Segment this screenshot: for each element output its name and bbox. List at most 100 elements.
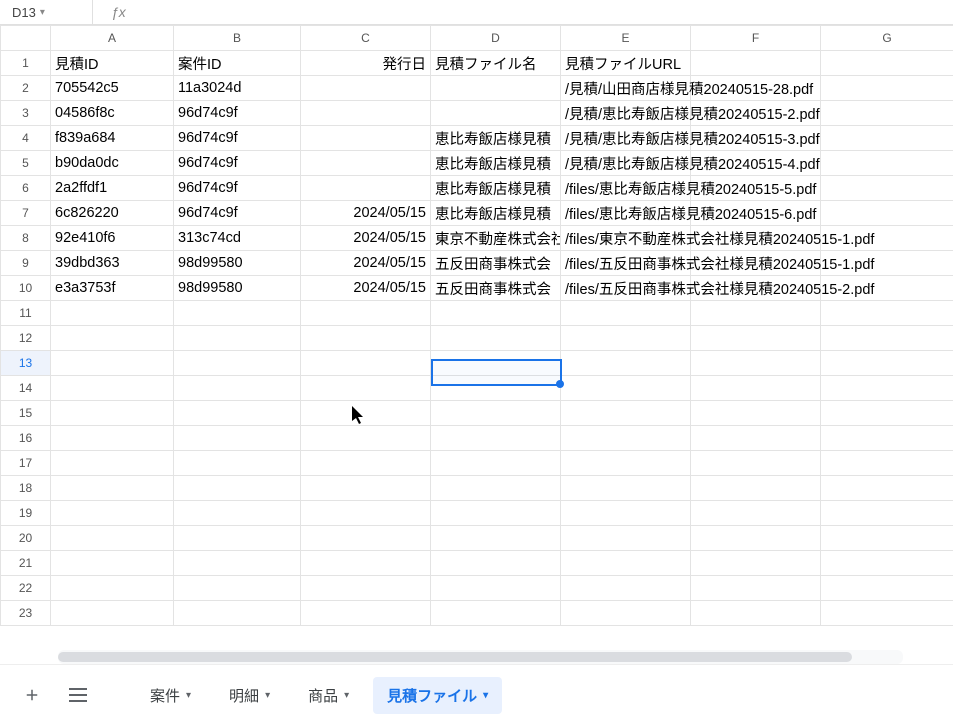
cell[interactable]: f839a684: [51, 126, 174, 151]
cell[interactable]: [174, 376, 301, 401]
cell[interactable]: [51, 326, 174, 351]
col-header-g[interactable]: G: [821, 26, 953, 51]
cell[interactable]: [51, 301, 174, 326]
cell[interactable]: 五反田商事株式会: [431, 251, 561, 276]
cell[interactable]: [51, 576, 174, 601]
tab-dropdown-icon[interactable]: ▾: [265, 690, 270, 701]
cell[interactable]: [691, 501, 821, 526]
cell[interactable]: [431, 576, 561, 601]
cell[interactable]: [821, 526, 953, 551]
cell[interactable]: [691, 451, 821, 476]
cell[interactable]: 見積ID: [51, 51, 174, 76]
cell[interactable]: 五反田商事株式会: [431, 276, 561, 301]
cell[interactable]: [691, 376, 821, 401]
cell[interactable]: 705542c5: [51, 76, 174, 101]
cell[interactable]: [691, 326, 821, 351]
sheet-tab-shouhin[interactable]: 商品 ▾: [294, 677, 363, 714]
cell[interactable]: [821, 201, 953, 226]
cell[interactable]: [691, 301, 821, 326]
row-header[interactable]: 14: [1, 376, 51, 401]
cell[interactable]: 96d74c9f: [174, 176, 301, 201]
cell[interactable]: 96d74c9f: [174, 151, 301, 176]
cell[interactable]: [691, 426, 821, 451]
row-header[interactable]: 10: [1, 276, 51, 301]
cell[interactable]: 発行日: [301, 51, 431, 76]
cell[interactable]: [561, 326, 691, 351]
row-header[interactable]: 8: [1, 226, 51, 251]
cell[interactable]: /files/五反田商事株式会社様見積20240515-2.pdf: [561, 276, 691, 301]
cell[interactable]: [821, 101, 953, 126]
cell[interactable]: 2024/05/15: [301, 276, 431, 301]
cell[interactable]: [431, 601, 561, 626]
cell[interactable]: [301, 176, 431, 201]
all-sheets-button[interactable]: [60, 677, 96, 713]
cell[interactable]: [431, 526, 561, 551]
cell[interactable]: [174, 426, 301, 451]
cell[interactable]: [174, 601, 301, 626]
cell[interactable]: [51, 376, 174, 401]
cell[interactable]: /files/恵比寿飯店様見積20240515-6.pdf: [561, 201, 691, 226]
cell[interactable]: 92e410f6: [51, 226, 174, 251]
cell[interactable]: 11a3024d: [174, 76, 301, 101]
cell[interactable]: [821, 126, 953, 151]
cell[interactable]: [51, 501, 174, 526]
cell[interactable]: /見積/山田商店様見積20240515-28.pdf: [561, 76, 691, 101]
cell[interactable]: [301, 301, 431, 326]
cell[interactable]: [821, 351, 953, 376]
row-header[interactable]: 18: [1, 476, 51, 501]
cell[interactable]: [174, 326, 301, 351]
cell[interactable]: [431, 476, 561, 501]
row-header[interactable]: 7: [1, 201, 51, 226]
cell[interactable]: [301, 526, 431, 551]
cell[interactable]: [821, 601, 953, 626]
cell[interactable]: [561, 401, 691, 426]
cell[interactable]: [691, 601, 821, 626]
cell[interactable]: [431, 301, 561, 326]
cell[interactable]: 98d99580: [174, 276, 301, 301]
cell[interactable]: [561, 376, 691, 401]
cell[interactable]: [821, 576, 953, 601]
cell[interactable]: /files/五反田商事株式会社様見積20240515-1.pdf: [561, 251, 691, 276]
tab-dropdown-icon[interactable]: ▾: [344, 690, 349, 701]
cell[interactable]: 2a2ffdf1: [51, 176, 174, 201]
cell[interactable]: 2024/05/15: [301, 201, 431, 226]
cell[interactable]: [174, 451, 301, 476]
cell[interactable]: [691, 551, 821, 576]
cell[interactable]: [691, 526, 821, 551]
col-header-d[interactable]: D: [431, 26, 561, 51]
cell[interactable]: 2024/05/15: [301, 251, 431, 276]
row-header[interactable]: 6: [1, 176, 51, 201]
cell[interactable]: [174, 401, 301, 426]
cell[interactable]: [561, 351, 691, 376]
cell[interactable]: [561, 551, 691, 576]
cell[interactable]: 98d99580: [174, 251, 301, 276]
cell[interactable]: /見積/恵比寿飯店様見積20240515-4.pdf: [561, 151, 691, 176]
horizontal-scrollbar[interactable]: [58, 650, 903, 664]
cell[interactable]: [431, 351, 561, 376]
spreadsheet-grid[interactable]: A B C D E F G 1見積ID案件ID発行日見積ファイル名見積ファイルU…: [0, 25, 953, 626]
row-header[interactable]: 1: [1, 51, 51, 76]
cell[interactable]: [561, 576, 691, 601]
cell[interactable]: [821, 76, 953, 101]
select-all-corner[interactable]: [1, 26, 51, 51]
cell[interactable]: [301, 101, 431, 126]
cell[interactable]: 見積ファイル名: [431, 51, 561, 76]
row-header[interactable]: 15: [1, 401, 51, 426]
cell[interactable]: [821, 376, 953, 401]
cell[interactable]: b90da0dc: [51, 151, 174, 176]
cell[interactable]: [51, 526, 174, 551]
row-header[interactable]: 13: [1, 351, 51, 376]
sheet-tab-anken[interactable]: 案件 ▾: [136, 677, 205, 714]
cell[interactable]: [431, 376, 561, 401]
cell[interactable]: [301, 376, 431, 401]
row-header[interactable]: 2: [1, 76, 51, 101]
cell[interactable]: [301, 76, 431, 101]
add-sheet-button[interactable]: [14, 677, 50, 713]
cell[interactable]: /見積/恵比寿飯店様見積20240515-2.pdf: [561, 101, 691, 126]
cell[interactable]: [691, 51, 821, 76]
cell[interactable]: 恵比寿飯店様見積: [431, 176, 561, 201]
row-header[interactable]: 17: [1, 451, 51, 476]
cell[interactable]: [821, 476, 953, 501]
cell[interactable]: [174, 576, 301, 601]
cell[interactable]: [561, 301, 691, 326]
